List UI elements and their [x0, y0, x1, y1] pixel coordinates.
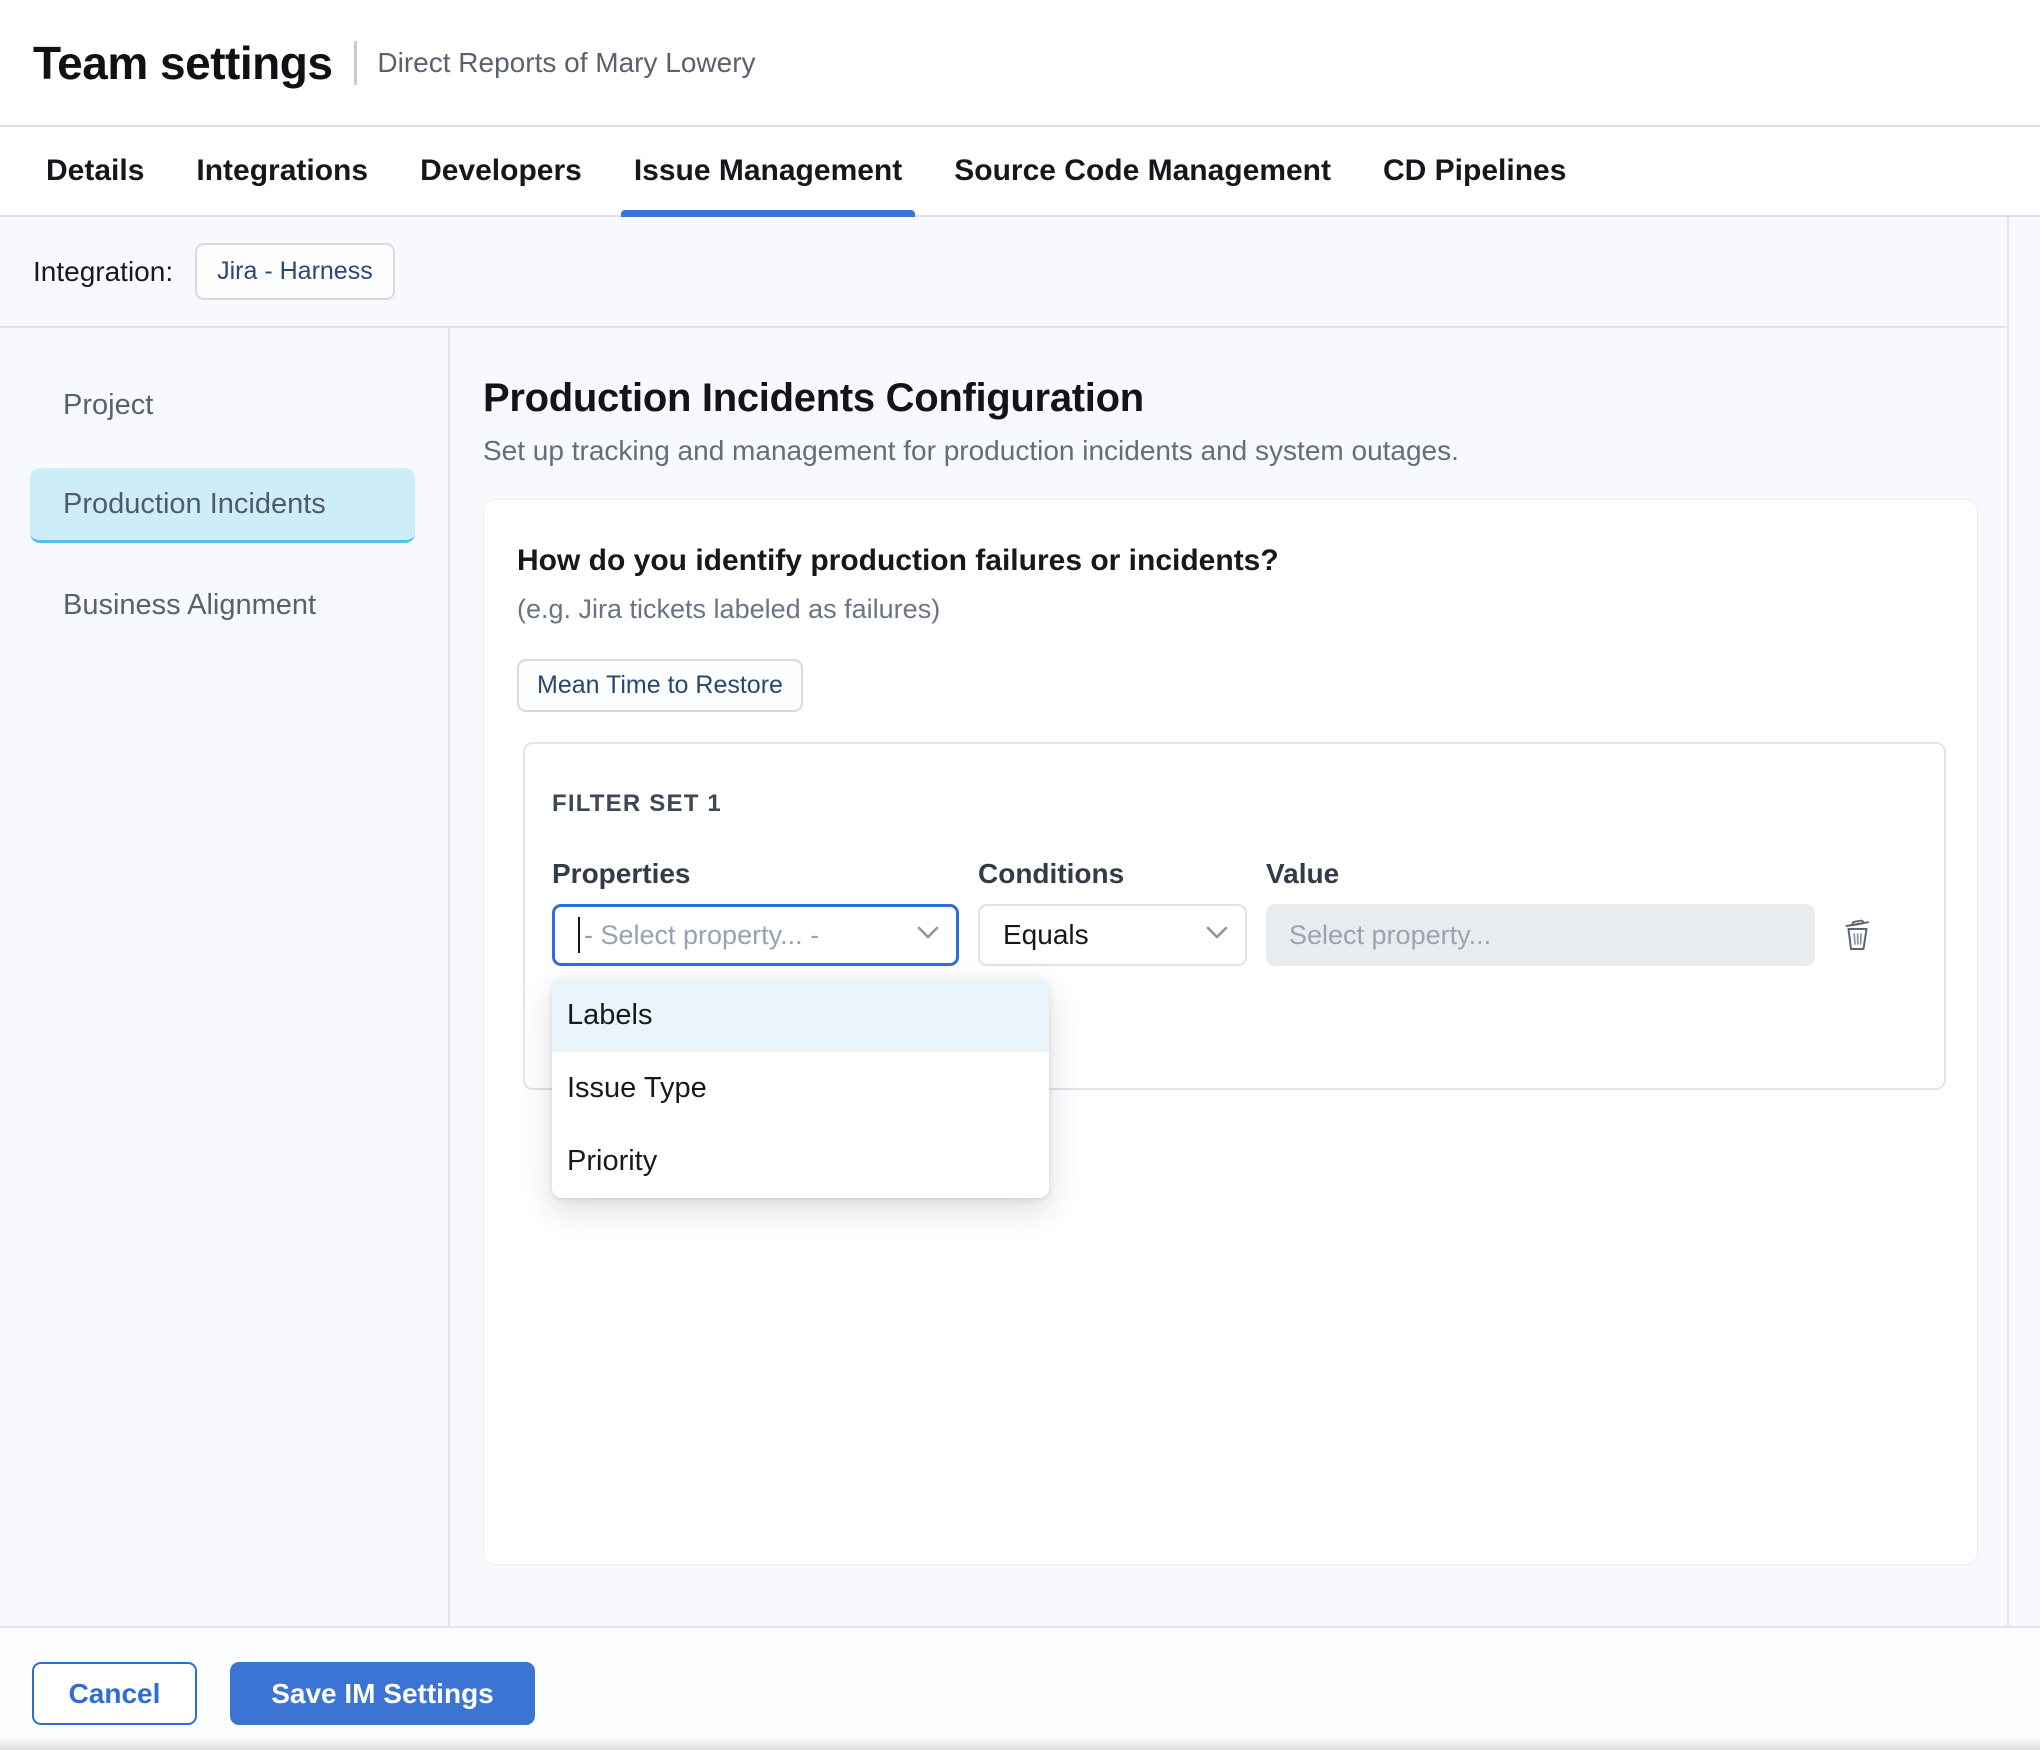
column-header-value: Value — [1266, 858, 1815, 890]
column-header-properties: Properties — [552, 858, 959, 890]
property-select-placeholder: - Select property... - — [584, 920, 819, 951]
tab-details[interactable]: Details — [46, 127, 144, 215]
tab-issue-management-label: Issue Management — [634, 154, 902, 188]
trash-icon — [1841, 915, 1873, 956]
page-subtitle: Direct Reports of Mary Lowery — [377, 47, 755, 79]
property-dropdown: Labels Issue Type Priority — [552, 979, 1049, 1198]
integration-chip[interactable]: Jira - Harness — [195, 243, 395, 300]
mean-time-to-restore-chip[interactable]: Mean Time to Restore — [517, 659, 803, 712]
filter-set-title: FILTER SET 1 — [552, 790, 1944, 818]
sidebar-item-project[interactable]: Project — [30, 368, 415, 443]
tab-integrations[interactable]: Integrations — [196, 127, 368, 215]
delete-filter-button[interactable] — [1834, 904, 1880, 966]
value-input[interactable] — [1266, 904, 1815, 966]
question-hint: (e.g. Jira tickets labeled as failures) — [517, 594, 1977, 625]
sidebar-item-business-alignment[interactable]: Business Alignment — [30, 568, 415, 643]
condition-select-value: Equals — [1003, 919, 1089, 951]
chevron-down-icon — [1205, 925, 1229, 945]
tab-issue-management[interactable]: Issue Management — [634, 127, 902, 215]
section-heading: Production Incidents Configuration — [483, 375, 2008, 421]
dropdown-option-priority[interactable]: Priority — [552, 1125, 1049, 1198]
integration-label: Integration: — [33, 256, 173, 288]
incidents-config-card: How do you identify production failures … — [483, 499, 1978, 1565]
tab-cd-pipelines[interactable]: CD Pipelines — [1383, 127, 1566, 215]
page-header: Team settings Direct Reports of Mary Low… — [0, 0, 2040, 127]
section-description: Set up tracking and management for produ… — [483, 435, 2008, 467]
condition-select[interactable]: Equals — [978, 904, 1247, 966]
team-settings-page: Team settings Direct Reports of Mary Low… — [0, 0, 2040, 1750]
title-separator — [354, 41, 357, 85]
dropdown-option-issue-type[interactable]: Issue Type — [552, 1052, 1049, 1125]
cancel-button[interactable]: Cancel — [32, 1662, 197, 1725]
tab-source-code-management[interactable]: Source Code Management — [954, 127, 1331, 215]
main-content: Production Incidents Configuration Set u… — [450, 328, 2008, 1626]
sidebar-item-production-incidents[interactable]: Production Incidents — [30, 468, 415, 543]
question-title: How do you identify production failures … — [517, 544, 1977, 578]
tabs-bar: Details Integrations Developers Issue Ma… — [0, 127, 2040, 217]
property-select[interactable]: - Select property... - — [552, 904, 959, 966]
settings-sidebar: Project Production Incidents Business Al… — [0, 328, 450, 1626]
chevron-down-icon — [916, 925, 940, 945]
tab-developers[interactable]: Developers — [420, 127, 582, 215]
save-im-settings-button[interactable]: Save IM Settings — [230, 1662, 535, 1725]
dropdown-option-labels[interactable]: Labels — [552, 979, 1049, 1052]
text-caret — [578, 917, 580, 953]
footer-bar: Cancel Save IM Settings — [0, 1626, 2040, 1750]
content-right-divider — [2007, 217, 2009, 1626]
integration-bar: Integration: Jira - Harness — [0, 217, 2009, 328]
filter-set-card: FILTER SET 1 Properties Conditions Value… — [523, 742, 1946, 1090]
page-title: Team settings — [33, 36, 332, 90]
column-header-conditions: Conditions — [978, 858, 1247, 890]
active-tab-underline — [621, 210, 915, 217]
filter-grid: Properties Conditions Value - Select pro… — [552, 858, 1944, 966]
